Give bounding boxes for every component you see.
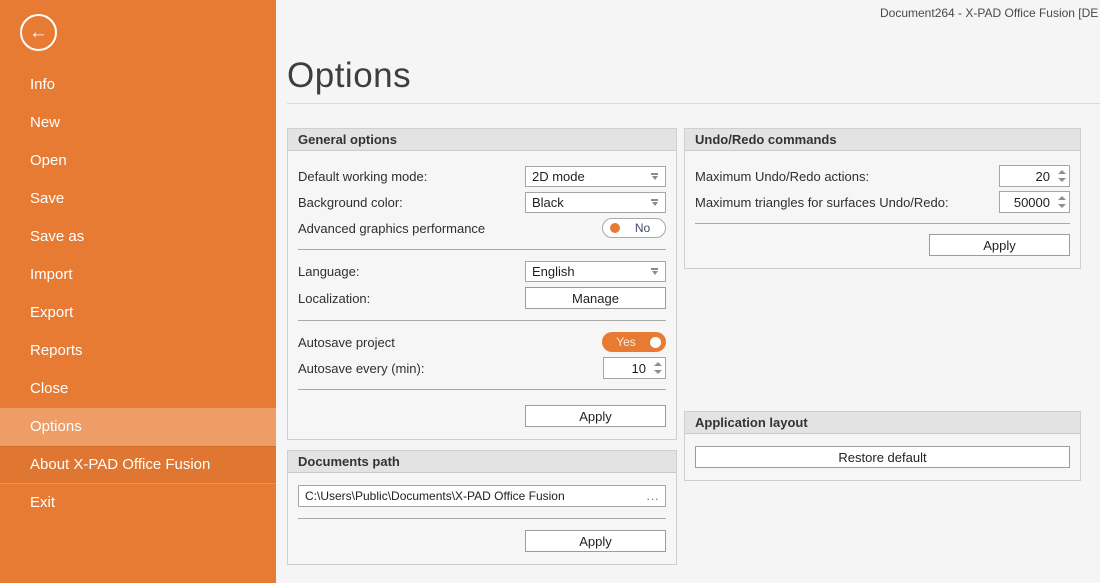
max-undo-actions-label: Maximum Undo/Redo actions:	[695, 169, 869, 184]
title-divider	[287, 103, 1100, 104]
documents-path-panel: Documents path C:\Users\Public\Documents…	[287, 450, 677, 565]
working-mode-row: Default working mode: 2D mode	[298, 163, 666, 189]
autosave-label: Autosave project	[298, 335, 395, 350]
general-options-header: General options	[288, 129, 676, 151]
undo-redo-apply-button[interactable]: Apply	[929, 234, 1070, 256]
sidebar-item-open[interactable]: Open	[0, 142, 276, 180]
chevron-down-icon	[650, 268, 659, 275]
sidebar-item-save-as[interactable]: Save as	[0, 218, 276, 256]
documents-path-apply-button[interactable]: Apply	[525, 530, 666, 552]
background-color-row: Background color: Black	[298, 189, 666, 215]
back-arrow-icon: ←	[29, 23, 48, 42]
background-color-select[interactable]: Black	[525, 192, 666, 213]
sidebar-item-options[interactable]: Options	[0, 408, 276, 446]
window-title: Document264 - X-PAD Office Fusion [DE	[880, 6, 1098, 20]
section-divider	[298, 518, 666, 519]
sidebar-item-reports[interactable]: Reports	[0, 332, 276, 370]
spinner-arrows[interactable]	[650, 358, 665, 378]
spinner-down-icon[interactable]	[1058, 178, 1066, 182]
undo-redo-header: Undo/Redo commands	[685, 129, 1080, 151]
backstage-sidebar: ← Info New Open Save Save as Import Expo…	[0, 0, 276, 583]
sidebar-item-import[interactable]: Import	[0, 256, 276, 294]
advanced-graphics-row: Advanced graphics performance No	[298, 215, 666, 241]
language-label: Language:	[298, 264, 359, 279]
autosave-interval-input[interactable]: 10	[603, 357, 666, 379]
working-mode-value: 2D mode	[532, 169, 650, 184]
sidebar-item-about[interactable]: About X-PAD Office Fusion	[0, 446, 276, 484]
options-page: Document264 - X-PAD Office Fusion [DE Op…	[276, 0, 1100, 583]
restore-default-button[interactable]: Restore default	[695, 446, 1070, 468]
toggle-state-label: Yes	[602, 335, 650, 349]
language-select[interactable]: English	[525, 261, 666, 282]
autosave-toggle[interactable]: Yes	[602, 332, 666, 352]
toggle-knob-icon	[610, 223, 620, 233]
sidebar-item-close[interactable]: Close	[0, 370, 276, 408]
spinner-down-icon[interactable]	[654, 370, 662, 374]
background-color-value: Black	[532, 195, 650, 210]
undo-redo-body: Maximum Undo/Redo actions: 20 Maximum tr…	[685, 151, 1080, 268]
section-divider	[298, 249, 666, 250]
working-mode-label: Default working mode:	[298, 169, 427, 184]
general-apply-button[interactable]: Apply	[525, 405, 666, 427]
documents-path-value: C:\Users\Public\Documents\X-PAD Office F…	[299, 489, 641, 503]
backstage-nav: Info New Open Save Save as Import Export…	[0, 66, 276, 522]
toggle-knob-icon	[650, 337, 661, 348]
max-undo-actions-value: 20	[1000, 169, 1054, 184]
documents-path-body: C:\Users\Public\Documents\X-PAD Office F…	[288, 473, 676, 564]
max-triangles-row: Maximum triangles for surfaces Undo/Redo…	[695, 189, 1070, 215]
language-row: Language: English	[298, 258, 666, 284]
max-triangles-label: Maximum triangles for surfaces Undo/Redo…	[695, 195, 949, 210]
max-undo-actions-input[interactable]: 20	[999, 165, 1070, 187]
browse-ellipsis-button[interactable]: ...	[641, 489, 665, 503]
application-layout-body: Restore default	[685, 434, 1080, 480]
documents-path-apply-row: Apply	[298, 530, 666, 552]
back-button[interactable]: ←	[20, 14, 57, 51]
working-mode-select[interactable]: 2D mode	[525, 166, 666, 187]
max-triangles-input[interactable]: 50000	[999, 191, 1070, 213]
autosave-interval-value: 10	[604, 361, 650, 376]
language-value: English	[532, 264, 650, 279]
section-divider	[298, 389, 666, 390]
max-triangles-value: 50000	[1000, 195, 1054, 210]
sidebar-item-save[interactable]: Save	[0, 180, 276, 218]
sidebar-item-exit[interactable]: Exit	[0, 484, 276, 522]
app-window: ← Info New Open Save Save as Import Expo…	[0, 0, 1100, 583]
spinner-arrows[interactable]	[1054, 166, 1069, 186]
toggle-state-label: No	[620, 221, 665, 235]
undo-redo-apply-row: Apply	[695, 234, 1070, 256]
autosave-interval-label: Autosave every (min):	[298, 361, 424, 376]
manage-localization-button[interactable]: Manage	[525, 287, 666, 309]
sidebar-item-new[interactable]: New	[0, 104, 276, 142]
background-color-label: Background color:	[298, 195, 403, 210]
page-title: Options	[287, 56, 411, 96]
advanced-graphics-toggle[interactable]: No	[602, 218, 666, 238]
autosave-row: Autosave project Yes	[298, 329, 666, 355]
spinner-up-icon[interactable]	[1058, 170, 1066, 174]
section-divider	[695, 223, 1070, 224]
spinner-arrows[interactable]	[1054, 192, 1069, 212]
sidebar-item-export[interactable]: Export	[0, 294, 276, 332]
application-layout-header: Application layout	[685, 412, 1080, 434]
application-layout-panel: Application layout Restore default	[684, 411, 1081, 481]
spinner-up-icon[interactable]	[1058, 196, 1066, 200]
spinner-down-icon[interactable]	[1058, 204, 1066, 208]
autosave-interval-row: Autosave every (min): 10	[298, 355, 666, 381]
left-column: General options Default working mode: 2D…	[287, 128, 677, 565]
general-options-body: Default working mode: 2D mode Background…	[288, 151, 676, 439]
sidebar-item-info[interactable]: Info	[0, 66, 276, 104]
chevron-down-icon	[650, 199, 659, 206]
spinner-up-icon[interactable]	[654, 362, 662, 366]
max-undo-actions-row: Maximum Undo/Redo actions: 20	[695, 163, 1070, 189]
general-apply-row: Apply	[298, 405, 666, 427]
localization-label: Localization:	[298, 291, 370, 306]
general-options-panel: General options Default working mode: 2D…	[287, 128, 677, 440]
undo-redo-panel: Undo/Redo commands Maximum Undo/Redo act…	[684, 128, 1081, 269]
documents-path-header: Documents path	[288, 451, 676, 473]
right-column: Undo/Redo commands Maximum Undo/Redo act…	[684, 128, 1081, 269]
localization-row: Localization: Manage	[298, 284, 666, 312]
section-divider	[298, 320, 666, 321]
advanced-graphics-label: Advanced graphics performance	[298, 221, 485, 236]
chevron-down-icon	[650, 173, 659, 180]
documents-path-input[interactable]: C:\Users\Public\Documents\X-PAD Office F…	[298, 485, 666, 507]
